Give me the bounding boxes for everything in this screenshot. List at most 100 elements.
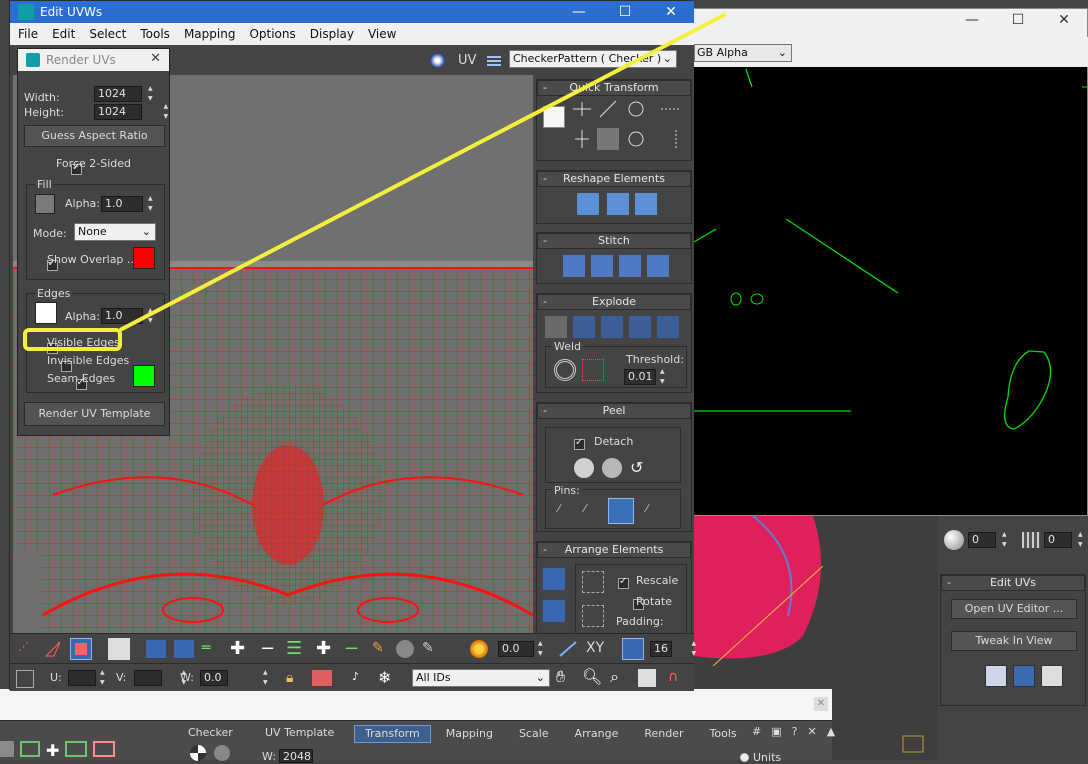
v-field[interactable] [134,670,162,686]
space-vertical-icon[interactable] [665,128,687,150]
arrange-elements-header[interactable]: - Arrange Elements [537,542,691,558]
pivot-icon[interactable] [543,106,565,128]
select-pins-icon[interactable]: ⁄ [646,502,666,522]
menu-options[interactable]: Options [249,27,295,41]
edges-color-swatch[interactable] [35,302,57,324]
ribbon-tool-icon[interactable] [93,741,116,757]
element-mode-icon[interactable] [108,638,130,660]
maximize-icon[interactable]: ☐ [602,1,648,23]
template-w-field[interactable]: 2048 [278,749,313,763]
render-uv-template-button[interactable]: Render UV Template [24,402,165,426]
paint-grow-icon[interactable] [396,640,414,658]
tweak-in-view-button[interactable]: Tweak In View [951,631,1077,651]
stitch-target-icon[interactable] [619,255,641,277]
explode-header[interactable]: - Explode [537,294,691,310]
auto-pin-icon[interactable] [608,498,634,524]
edge-mode-icon[interactable] [44,640,62,658]
shrink-icon[interactable]: − [260,638,275,659]
list-icon[interactable] [487,54,501,66]
menu-edit[interactable]: Edit [52,27,75,41]
tab-mapping[interactable]: Mapping [435,725,504,743]
loop-icon[interactable]: ☰ [286,638,302,659]
spinner-a-arrows[interactable] [1000,531,1012,548]
reshape-elements-header[interactable]: - Reshape Elements [537,171,691,187]
align-horizontal-icon[interactable] [571,98,593,120]
peel-mode-icon[interactable] [602,458,622,478]
pan-icon[interactable]: ✋︎ [556,667,565,687]
u-spinner[interactable] [98,669,110,686]
align-vertical-icon[interactable] [571,128,593,150]
w-field[interactable]: 0.0 [200,670,228,686]
uv-channel-label[interactable]: UV [458,53,476,68]
tab-arrange[interactable]: Arrange [564,725,630,743]
checker-sphere-icon[interactable] [190,745,206,761]
tweak-tool-icon[interactable] [1013,665,1035,687]
reset-peel-icon[interactable]: ↺ [630,458,650,478]
zoom-icon[interactable]: 🔍︎ [582,667,602,686]
lock-icon[interactable]: 🔒︎ [286,670,293,686]
seam-color-swatch[interactable] [133,365,155,387]
rotate-cw-icon[interactable] [625,98,647,120]
texture-dropdown[interactable]: CheckerPattern ( Checker ) ⌄ [509,50,677,68]
width-field[interactable]: 1024 [94,86,142,102]
relax-settings-icon[interactable] [635,193,657,215]
stitch-custom-icon[interactable] [647,255,669,277]
hash-icon[interactable]: # [752,725,761,738]
flatten-tool-icon[interactable] [1041,665,1063,687]
relax-icon[interactable] [607,193,629,215]
fill-alpha-spinner[interactable] [146,195,158,212]
grow-icon[interactable]: ✚ [230,638,245,659]
stitch-average-icon[interactable] [591,255,613,277]
align-diagonal-icon[interactable] [597,98,619,120]
menu-select[interactable]: Select [89,27,126,41]
tab-render[interactable]: Render [633,725,694,743]
eraser-icon[interactable] [312,670,332,686]
u-field[interactable] [68,670,96,686]
quick-peel-icon[interactable] [574,458,594,478]
threshold-field[interactable]: 0.01 [624,369,656,385]
grow-loop-icon[interactable]: ✚ [316,638,331,659]
close-icon[interactable]: ✕ [807,725,816,738]
minimize-icon[interactable]: — [949,9,995,31]
falloff-spinner[interactable] [536,640,548,657]
height-spinner[interactable] [162,103,174,120]
menu-display[interactable]: Display [310,27,354,41]
units-radio[interactable] [740,753,749,762]
pack-custom-icon[interactable] [543,600,565,622]
checker-sphere-icon[interactable] [214,745,230,761]
fill-color-swatch[interactable] [35,194,55,214]
vertex-mode-icon[interactable]: ⋰ [18,640,36,658]
small-close-icon[interactable]: ✕ [814,697,828,711]
paint-shrink-icon[interactable]: ✎ [422,640,434,656]
minimize-icon[interactable]: — [556,1,602,23]
pin-icon[interactable]: ▣ [771,725,781,738]
sphere-icon[interactable] [944,530,964,550]
falloff-line-icon[interactable] [558,640,578,658]
select-by-element-icon[interactable] [146,640,166,658]
pack-grouped-icon[interactable] [582,605,604,627]
collapse-icon[interactable]: ▲ [827,725,835,738]
tab-transform[interactable]: Transform [354,725,431,743]
detach-verts-icon[interactable] [601,316,623,338]
plus-icon[interactable]: ✚ [46,741,59,760]
stitch-source-icon[interactable] [563,255,585,277]
snap-icon[interactable]: ∩ [668,669,678,685]
close-icon[interactable]: ✕ [150,51,161,66]
weld-target-icon[interactable] [554,359,576,381]
mode-dropdown[interactable]: None ⌄ [74,223,156,241]
ids-dropdown[interactable]: All IDs ⌄ [412,669,550,687]
edit-uvs-rollout-header[interactable]: - Edit UVs [941,575,1085,591]
menu-view[interactable]: View [368,27,396,41]
menu-mapping[interactable]: Mapping [184,27,236,41]
absolute-offset-icon[interactable] [16,670,34,688]
zoom-region-icon[interactable]: ⌕ [610,667,619,687]
peel-header[interactable]: - Peel [537,403,691,419]
pack-normalize-icon[interactable] [543,568,565,590]
grid-snap-icon[interactable] [622,638,644,660]
stitch-header[interactable]: - Stitch [537,233,691,249]
falloff-field[interactable]: 0.0 [498,641,534,657]
ring-icon[interactable]: ═ [202,640,210,656]
pack-together-icon[interactable] [582,571,604,593]
rotate-ccw-icon[interactable] [625,128,647,150]
menu-file[interactable]: File [18,27,38,41]
